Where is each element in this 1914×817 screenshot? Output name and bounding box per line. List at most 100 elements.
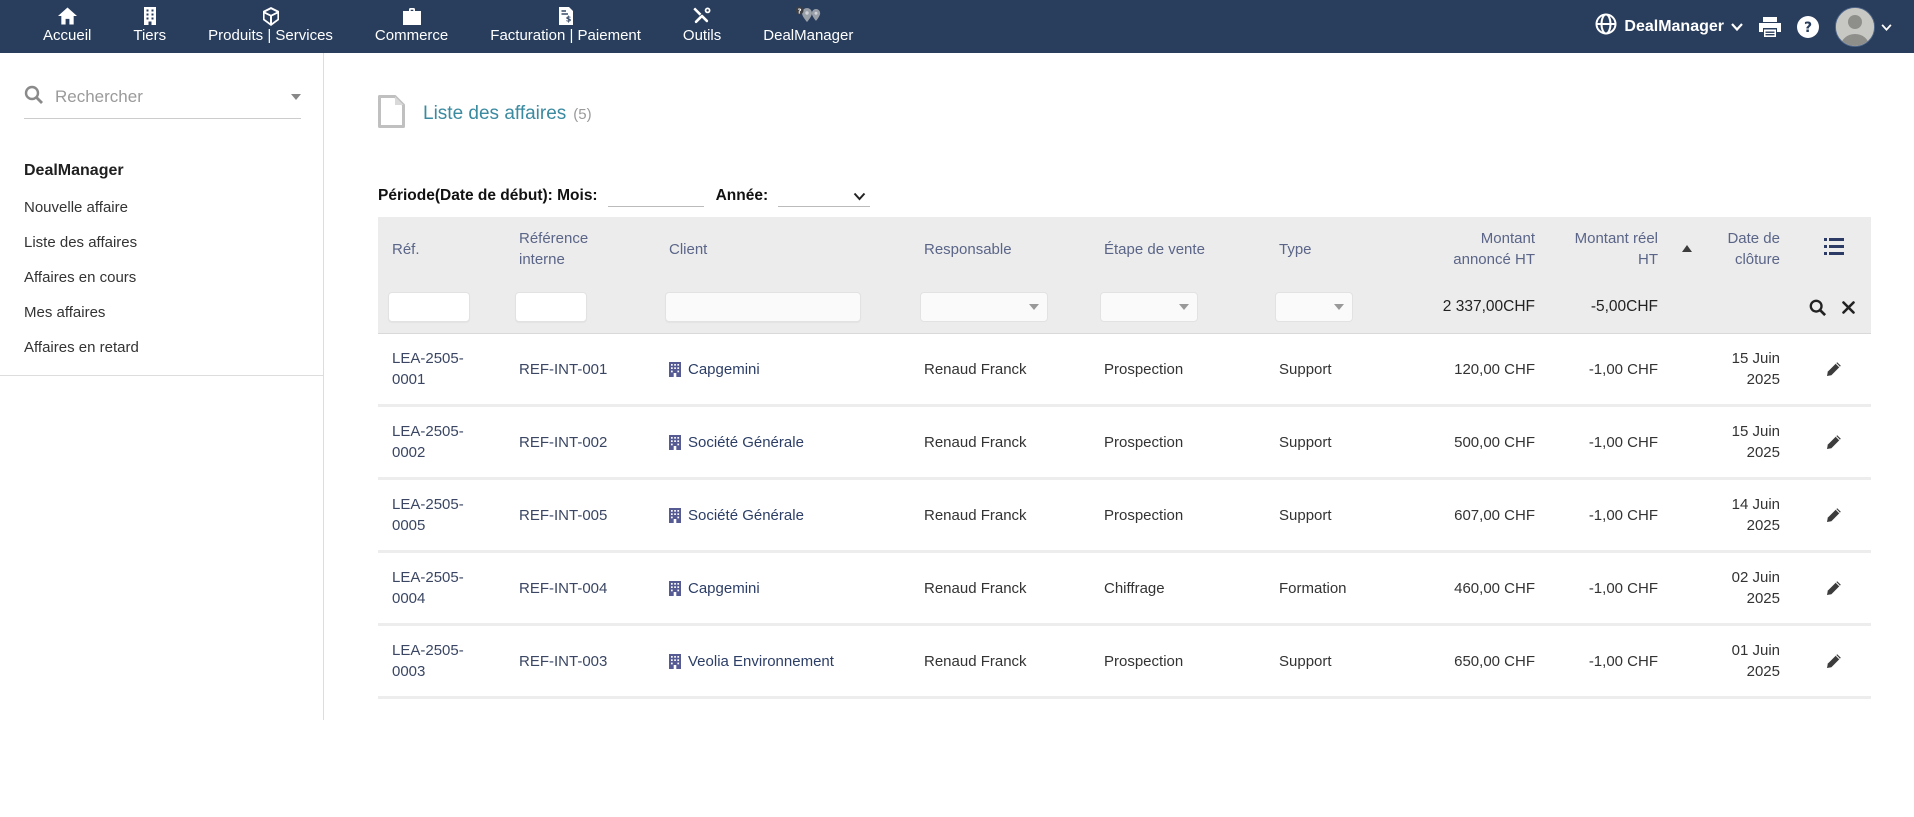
col-header-montant-reel[interactable]: Montant réel HT (1545, 220, 1668, 278)
montant-annonce-cell: 460,00 CHF (1370, 578, 1545, 599)
ref-link[interactable]: LEA-2505-0004 (392, 567, 484, 609)
type-cell: Support (1265, 505, 1370, 526)
reference-interne[interactable]: REF-INT-005 (519, 505, 607, 526)
montant-annonce-cell: 500,00 CHF (1370, 432, 1545, 453)
col-header-actions (1790, 230, 1871, 269)
total-montant-reel: -5,00CHF (1591, 298, 1658, 316)
responsable-cell: Renaud Franck (910, 359, 1090, 380)
sidebar-item-affaires-en-retard[interactable]: Affaires en retard (24, 330, 323, 365)
reference-interne[interactable]: REF-INT-003 (519, 651, 607, 672)
montant-annonce-cell: 650,00 CHF (1370, 651, 1545, 672)
edit-pencil-icon[interactable] (1825, 361, 1842, 378)
col-header-date-cloture[interactable]: Date de clôture (1668, 220, 1790, 278)
caret-down-icon (1334, 304, 1344, 310)
etape-cell: Prospection (1090, 651, 1265, 672)
list-view-icon[interactable] (1824, 238, 1844, 261)
table-filter-row: 2 337,00CHF -5,00CHF (378, 281, 1871, 334)
sidebar-item-nouvelle-affaire[interactable]: Nouvelle affaire (24, 190, 323, 225)
help-button[interactable]: ? (1797, 16, 1819, 38)
etape-cell: Prospection (1090, 432, 1265, 453)
filter-etape-select[interactable] (1100, 292, 1198, 322)
chevron-down-icon (1731, 18, 1743, 36)
client-link[interactable]: Capgemini (669, 578, 902, 599)
print-button[interactable] (1759, 17, 1781, 37)
date-cloture-cell: 02 Juin 2025 (1706, 567, 1780, 609)
reference-interne[interactable]: REF-INT-004 (519, 578, 607, 599)
ref-link[interactable]: LEA-2505-0002 (392, 421, 484, 463)
reference-interne[interactable]: REF-INT-002 (519, 432, 607, 453)
responsable-cell: Renaud Franck (910, 432, 1090, 453)
ref-link[interactable]: LEA-2505-0003 (392, 640, 484, 682)
table-row[interactable]: LEA-2505-0001 REF-INT-001 Capgemini Rena… (378, 334, 1871, 407)
type-cell: Support (1265, 359, 1370, 380)
main-content: Liste des affaires (5) Période(Date de d… (325, 53, 1914, 817)
ref-link[interactable]: LEA-2505-0005 (392, 494, 484, 536)
client-link[interactable]: Société Générale (669, 505, 902, 526)
col-header-responsable[interactable]: Responsable (910, 231, 1090, 268)
filter-ref-input[interactable] (388, 292, 470, 322)
col-header-ref[interactable]: Réf. (378, 231, 505, 268)
nav-label: Tiers (133, 28, 166, 48)
filter-client-input[interactable] (665, 292, 861, 322)
col-header-type[interactable]: Type (1265, 231, 1370, 268)
document-icon (378, 95, 405, 133)
ref-link[interactable]: LEA-2505-0001 (392, 348, 484, 390)
table-row[interactable]: LEA-2505-0005 REF-INT-005 Société Généra… (378, 480, 1871, 553)
search-input[interactable] (53, 86, 285, 108)
sidebar-divider (0, 375, 323, 376)
sidebar-nav: Nouvelle affaire Liste des affaires Affa… (24, 190, 323, 365)
date-cloture-cell: 14 Juin 2025 (1706, 494, 1780, 536)
col-header-montant-annonce[interactable]: Montant annoncé HT (1370, 220, 1545, 278)
etape-cell: Chiffrage (1090, 578, 1265, 599)
nav-item-commerce[interactable]: Commerce (375, 5, 448, 48)
svg-text:$: $ (565, 15, 571, 24)
nav-item-produits-services[interactable]: Produits | Services (208, 5, 333, 48)
edit-pencil-icon[interactable] (1825, 580, 1842, 597)
company-icon (669, 362, 681, 377)
table-row[interactable]: LEA-2505-0003 REF-INT-003 Veolia Environ… (378, 626, 1871, 699)
type-cell: Formation (1265, 578, 1370, 599)
svg-text:?: ? (1804, 20, 1812, 36)
affaires-table: Réf. Référence interne Client Responsabl… (378, 217, 1871, 699)
apply-filter-search-icon[interactable] (1809, 299, 1826, 316)
client-link[interactable]: Capgemini (669, 359, 902, 380)
nav-item-dealmanager[interactable]: ? DealManager (763, 5, 853, 48)
edit-pencil-icon[interactable] (1825, 434, 1842, 451)
col-header-client[interactable]: Client (655, 231, 910, 268)
nav-item-accueil[interactable]: Accueil (43, 5, 91, 48)
montant-annonce-cell: 120,00 CHF (1370, 359, 1545, 380)
montant-annonce-cell: 607,00 CHF (1370, 505, 1545, 526)
app-switcher-dropdown[interactable]: DealManager (1595, 13, 1743, 40)
edit-pencil-icon[interactable] (1825, 507, 1842, 524)
sidebar-item-mes-affaires[interactable]: Mes affaires (24, 295, 323, 330)
home-icon (58, 5, 77, 27)
period-filter: Période(Date de début): Mois: Année: (378, 177, 1914, 207)
page-header: Liste des affaires (5) (378, 95, 1914, 133)
clear-filter-close-icon[interactable] (1842, 301, 1855, 314)
building-icon (143, 5, 157, 27)
nav-item-facturation-paiement[interactable]: $ Facturation | Paiement (490, 5, 641, 48)
col-header-reference-interne[interactable]: Référence interne (505, 220, 655, 278)
filter-reference-interne-input[interactable] (515, 292, 587, 322)
sidebar-item-liste-des-affaires[interactable]: Liste des affaires (24, 225, 323, 260)
sort-ascending-icon (1682, 245, 1692, 252)
user-menu[interactable] (1835, 7, 1892, 47)
period-year-label: Année: (716, 185, 769, 207)
client-link[interactable]: Société Générale (669, 432, 902, 453)
sidebar-item-affaires-en-cours[interactable]: Affaires en cours (24, 260, 323, 295)
month-input[interactable] (608, 182, 704, 207)
nav-item-tiers[interactable]: Tiers (133, 5, 166, 48)
filter-type-select[interactable] (1275, 292, 1353, 322)
filter-responsable-select[interactable] (920, 292, 1048, 322)
client-link[interactable]: Veolia Environnement (669, 651, 902, 672)
col-header-etape-de-vente[interactable]: Étape de vente (1090, 231, 1265, 268)
responsable-cell: Renaud Franck (910, 578, 1090, 599)
caret-down-icon[interactable] (291, 94, 301, 100)
year-select[interactable] (778, 182, 870, 207)
nav-item-outils[interactable]: Outils (683, 5, 721, 48)
table-row[interactable]: LEA-2505-0004 REF-INT-004 Capgemini Rena… (378, 553, 1871, 626)
sidebar-search (24, 85, 301, 119)
table-row[interactable]: LEA-2505-0002 REF-INT-002 Société Généra… (378, 407, 1871, 480)
edit-pencil-icon[interactable] (1825, 653, 1842, 670)
reference-interne[interactable]: REF-INT-001 (519, 359, 607, 380)
